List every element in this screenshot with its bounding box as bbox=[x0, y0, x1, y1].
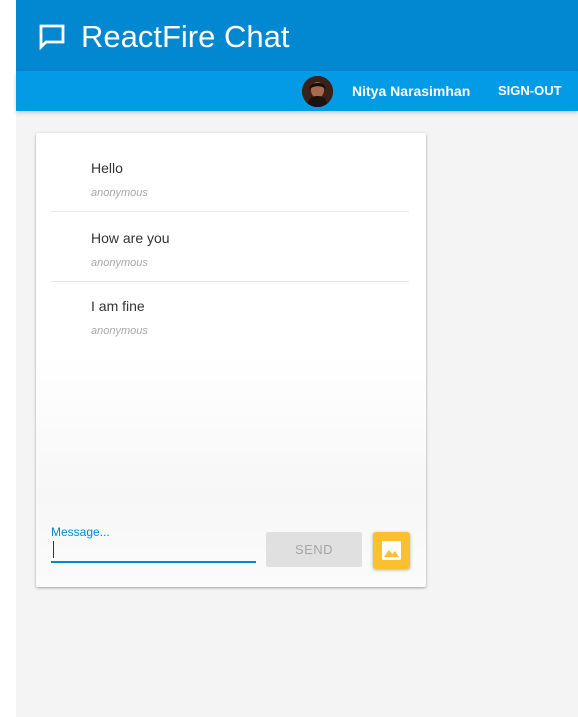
message-divider bbox=[51, 281, 409, 282]
message-author: anonymous bbox=[91, 325, 148, 337]
send-button[interactable]: SEND bbox=[266, 532, 362, 567]
message-author: anonymous bbox=[91, 187, 148, 199]
chat-card: Hello anonymous How are you anonymous I … bbox=[36, 133, 426, 587]
app-title: ReactFire Chat bbox=[81, 19, 290, 54]
message-text: How are you bbox=[91, 230, 170, 246]
message-input[interactable] bbox=[51, 538, 256, 563]
message-text: Hello bbox=[91, 160, 123, 176]
message-text: I am fine bbox=[91, 298, 145, 314]
text-caret bbox=[53, 541, 54, 558]
user-name: Nitya Narasimhan bbox=[352, 83, 471, 99]
message-divider bbox=[51, 211, 409, 212]
chat-bubble-icon bbox=[38, 23, 66, 51]
avatar bbox=[302, 76, 333, 107]
upload-image-button[interactable] bbox=[373, 532, 410, 569]
sign-out-button[interactable]: SIGN-OUT bbox=[498, 82, 562, 100]
image-icon bbox=[382, 541, 401, 560]
message-author: anonymous bbox=[91, 257, 148, 269]
message-input-label: Message... bbox=[51, 525, 110, 539]
user-bar: Nitya Narasimhan SIGN-OUT bbox=[16, 71, 578, 111]
app-header: ReactFire Chat bbox=[16, 0, 578, 71]
